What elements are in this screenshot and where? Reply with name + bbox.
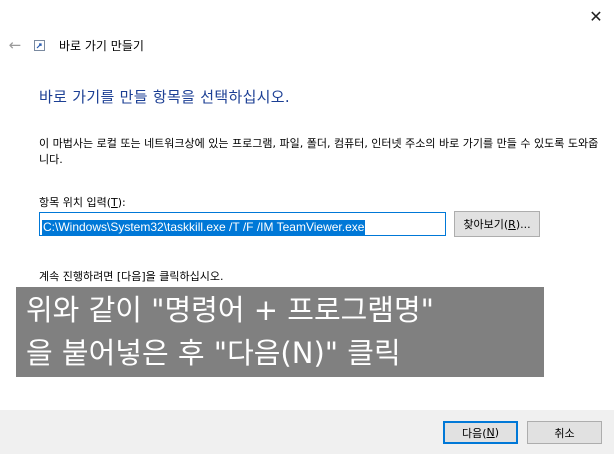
location-input[interactable]: C:\Windows\System32\taskkill.exe /T /F /… (39, 212, 446, 236)
back-button[interactable]: ← (4, 34, 26, 56)
close-button[interactable]: ✕ (580, 2, 612, 30)
back-arrow-icon: ← (8, 36, 22, 54)
close-icon: ✕ (589, 6, 603, 26)
location-input-value: C:\Windows\System32\taskkill.exe /T /F /… (42, 220, 366, 235)
browse-button[interactable]: 찾아보기(R)... (454, 211, 540, 237)
create-shortcut-window: ✕ ← 바로 가기 만들기 바로 가기를 만들 항목을 선택하십시오. 이 마법… (0, 0, 614, 454)
overlay-line-1: 위와 같이 "명령어 + 프로그램명" (26, 293, 435, 327)
location-label: 항목 위치 입력(T): (39, 196, 126, 209)
next-button[interactable]: 다음(N) (443, 421, 518, 444)
continue-instruction: 계속 진행하려면 [다음]을 클릭하십시오. (39, 270, 224, 283)
page-heading: 바로 가기를 만들 항목을 선택하십시오. (39, 88, 290, 106)
wizard-footer: 다음(N) 취소 (0, 410, 614, 454)
cancel-button[interactable]: 취소 (527, 421, 602, 444)
overlay-line-2: 을 붙어넣은 후 "다음(N)" 클릭 (26, 336, 401, 370)
wizard-description: 이 마법사는 로컬 또는 네트워크상에 있는 프로그램, 파일, 폴더, 컴퓨터… (39, 137, 599, 166)
shortcut-wizard-icon (34, 40, 45, 51)
instruction-overlay: 위와 같이 "명령어 + 프로그램명" 을 붙어넣은 후 "다음(N)" 클릭 (16, 287, 544, 377)
wizard-title: 바로 가기 만들기 (59, 39, 144, 53)
